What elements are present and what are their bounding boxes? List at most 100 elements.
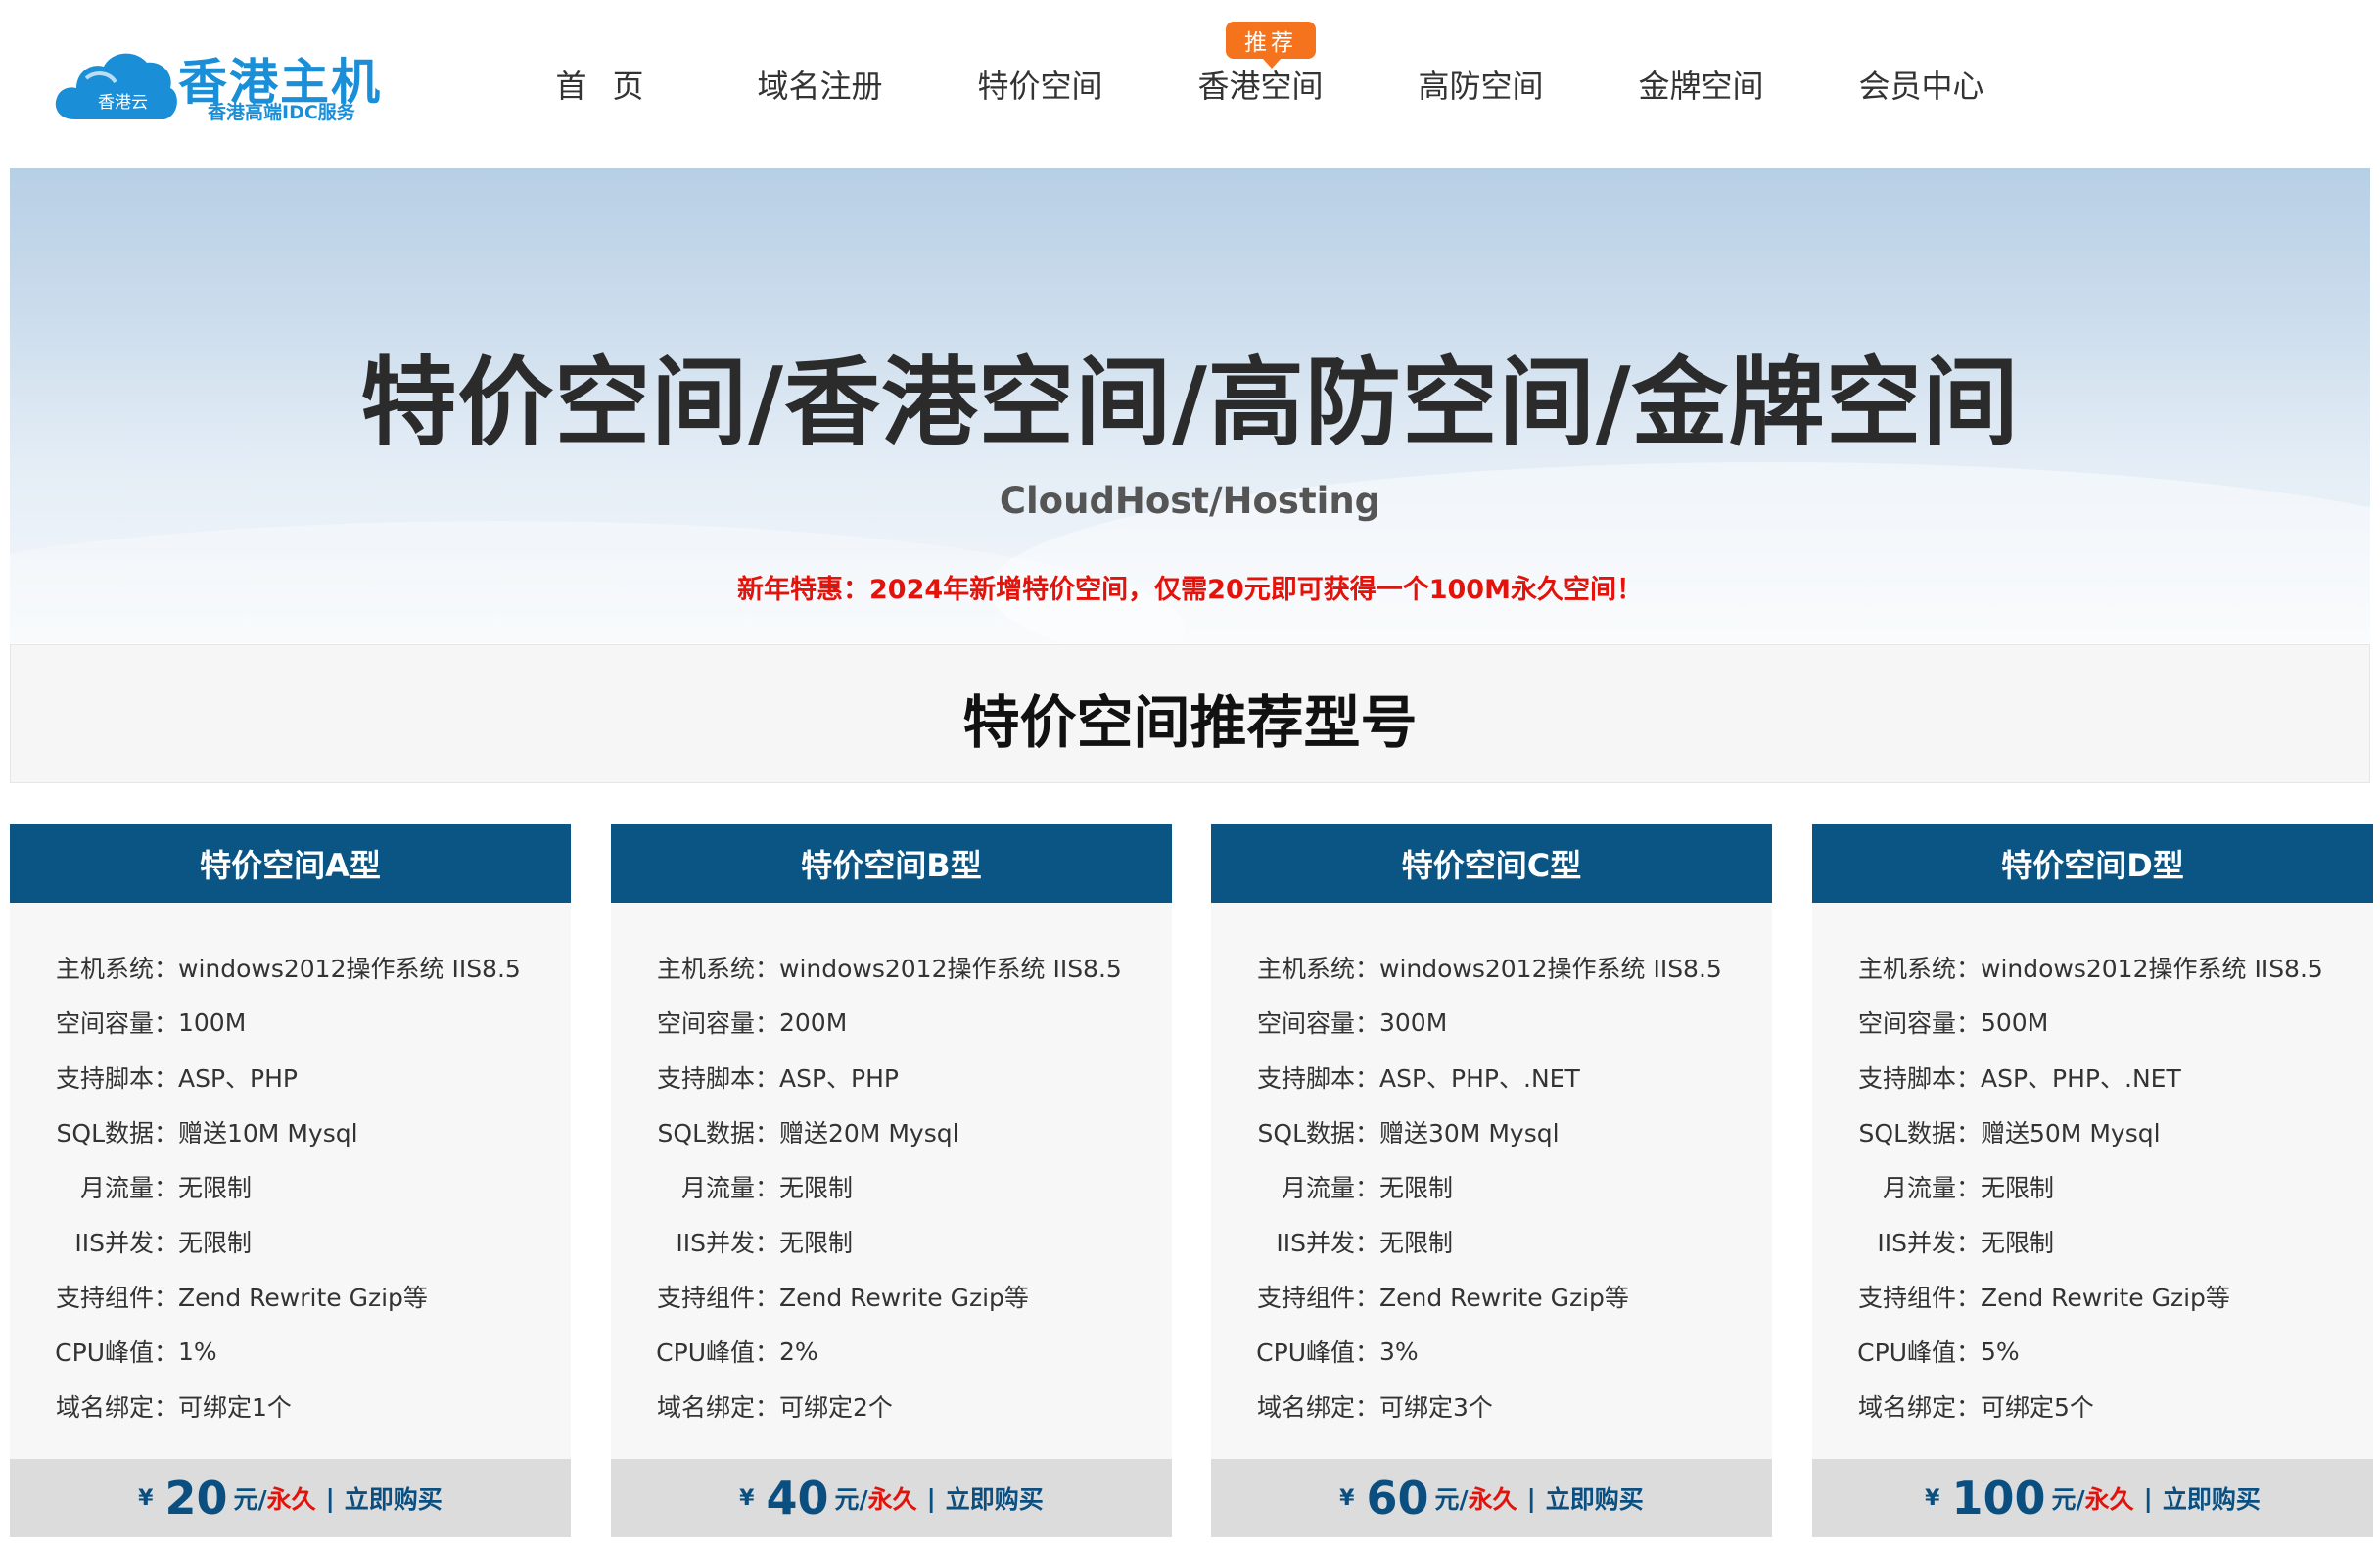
spec-row: 月流量： 无限制	[1812, 1159, 2373, 1214]
spec-row: 支持组件： Zend Rewrite Gzip等	[1812, 1269, 2373, 1324]
spec-value: windows2012操作系统 IIS8.5	[1981, 955, 2323, 983]
spec-row: 主机系统： windows2012操作系统 IIS8.5	[10, 940, 571, 995]
nav-item-special-hosting[interactable]: 特价空间	[930, 0, 1150, 168]
spec-value: Zend Rewrite Gzip等	[779, 1284, 1029, 1312]
nav-item-domain[interactable]: 域名注册	[710, 0, 930, 168]
spec-label: 支持脚本：	[1256, 1064, 1379, 1093]
site-logo[interactable]: 香港云 香港主机 香港高端IDC服务	[53, 43, 405, 131]
spec-row: 支持组件： Zend Rewrite Gzip等	[10, 1269, 571, 1324]
spec-label: 空间容量：	[656, 1009, 779, 1038]
buy-button[interactable]: ¥ 100 元/ 永久 | 立即购买	[1812, 1459, 2373, 1537]
spec-value: 5%	[1981, 1336, 2020, 1366]
spec-value: Zend Rewrite Gzip等	[1379, 1284, 1629, 1312]
plan-title: 特价空间A型	[10, 824, 571, 903]
price: 60	[1366, 1472, 1429, 1524]
spec-label: IIS并发：	[74, 1229, 178, 1257]
spec-label: SQL数据：	[1257, 1119, 1379, 1148]
spec-label: 主机系统：	[1256, 955, 1379, 983]
spec-value: 无限制	[1379, 1174, 1454, 1202]
nav-item-label: 香港空间	[1197, 68, 1324, 105]
spec-value: 无限制	[779, 1229, 854, 1257]
spec-row: 月流量： 无限制	[1211, 1159, 1772, 1214]
spec-value: Zend Rewrite Gzip等	[178, 1284, 428, 1312]
spec-label: SQL数据：	[1858, 1119, 1981, 1148]
spec-value: 3%	[1379, 1336, 1419, 1366]
spec-value: 赠送10M Mysql	[178, 1119, 358, 1148]
spec-row: SQL数据： 赠送10M Mysql	[10, 1104, 571, 1159]
spec-value: 无限制	[779, 1174, 854, 1202]
spec-value: 无限制	[178, 1174, 253, 1202]
nav-item-home[interactable]: 首页	[490, 0, 710, 168]
spec-row: 域名绑定： 可绑定5个	[1812, 1379, 2373, 1433]
nav-item-ddos-hosting[interactable]: 高防空间	[1371, 0, 1591, 168]
price-period: 永久	[266, 1485, 316, 1514]
plan-card-d: 特价空间D型 主机系统： windows2012操作系统 IIS8.5 空间容量：…	[1812, 824, 2373, 1537]
spec-value: 赠送50M Mysql	[1981, 1119, 2161, 1148]
spec-label: 月流量：	[1882, 1174, 1981, 1202]
nav-item-gold-hosting[interactable]: 金牌空间	[1591, 0, 1811, 168]
buy-label: 立即购买	[1545, 1485, 1644, 1514]
separator: |	[2143, 1483, 2153, 1513]
spec-value: windows2012操作系统 IIS8.5	[178, 955, 521, 983]
spec-label: 支持脚本：	[1857, 1064, 1981, 1093]
spec-value: 可绑定5个	[1981, 1393, 2094, 1422]
spec-label: 支持组件：	[1256, 1284, 1379, 1312]
buy-label: 立即购买	[945, 1485, 1044, 1514]
spec-label: IIS并发：	[1276, 1229, 1379, 1257]
nav-badge-recommended: 推荐	[1226, 22, 1316, 69]
site-header: 香港云 香港主机 香港高端IDC服务 首页 域名注册 特价空间 推荐 香港空间 …	[0, 0, 2380, 168]
spec-value: ASP、PHP、.NET	[1379, 1064, 1580, 1093]
hero-banner: 特价空间/香港空间/高防空间/金牌空间 CloudHost/Hosting 新年…	[10, 168, 2370, 643]
plan-card-c: 特价空间C型 主机系统： windows2012操作系统 IIS8.5 空间容量：…	[1211, 824, 1772, 1537]
spec-value: windows2012操作系统 IIS8.5	[1379, 955, 1722, 983]
currency-symbol: ¥	[1925, 1485, 1940, 1511]
price-period: 永久	[2084, 1485, 2134, 1514]
spec-label: 域名绑定：	[1857, 1393, 1981, 1422]
spec-label: 域名绑定：	[656, 1393, 779, 1422]
spec-value: 可绑定1个	[178, 1393, 292, 1422]
spec-label: 域名绑定：	[1256, 1393, 1379, 1422]
spec-row: CPU峰值： 5%	[1812, 1324, 2373, 1379]
main-nav: 首页 域名注册 特价空间 推荐 香港空间 高防空间 金牌空间 会员中心	[490, 0, 2031, 168]
spec-row: 月流量： 无限制	[611, 1159, 1172, 1214]
buy-button[interactable]: ¥ 20 元/ 永久 | 立即购买	[10, 1459, 571, 1537]
price: 100	[1951, 1472, 2046, 1524]
spec-row: 空间容量： 200M	[611, 995, 1172, 1050]
spec-value: 无限制	[178, 1229, 253, 1257]
plan-title: 特价空间B型	[611, 824, 1172, 903]
spec-value: 2%	[779, 1336, 818, 1366]
spec-row: 主机系统： windows2012操作系统 IIS8.5	[611, 940, 1172, 995]
currency-symbol: ¥	[1339, 1485, 1355, 1511]
spec-label: IIS并发：	[1877, 1229, 1981, 1257]
spec-row: 空间容量： 500M	[1812, 995, 2373, 1050]
spec-value: 300M	[1379, 1007, 1448, 1037]
spec-row: 空间容量： 100M	[10, 995, 571, 1050]
banner-title: 特价空间/香港空间/高防空间/金牌空间	[360, 348, 2020, 459]
spec-label: 主机系统：	[55, 955, 178, 983]
buy-label: 立即购买	[344, 1485, 443, 1514]
separator: |	[1526, 1483, 1536, 1513]
spec-value: 1%	[178, 1336, 217, 1366]
plan-specs: 主机系统： windows2012操作系统 IIS8.5 空间容量： 200M 支持…	[611, 940, 1172, 1433]
spec-value: 赠送30M Mysql	[1379, 1119, 1560, 1148]
spec-value: 赠送20M Mysql	[779, 1119, 959, 1148]
spec-row: SQL数据： 赠送30M Mysql	[1211, 1104, 1772, 1159]
spec-row: 域名绑定： 可绑定1个	[10, 1379, 571, 1433]
spec-row: 支持脚本： ASP、PHP	[10, 1050, 571, 1104]
price-unit: 元/	[2051, 1485, 2085, 1514]
nav-item-hk-hosting[interactable]: 推荐 香港空间	[1150, 0, 1371, 168]
spec-label: 空间容量：	[1857, 1009, 1981, 1038]
spec-row: SQL数据： 赠送20M Mysql	[611, 1104, 1172, 1159]
price: 20	[164, 1472, 228, 1524]
spec-label: 月流量：	[1281, 1174, 1379, 1202]
spec-row: 域名绑定： 可绑定3个	[1211, 1379, 1772, 1433]
banner-subtitle: CloudHost/Hosting	[999, 480, 1381, 522]
spec-row: CPU峰值： 3%	[1211, 1324, 1772, 1379]
nav-item-member-center[interactable]: 会员中心	[1811, 0, 2031, 168]
spec-label: CPU峰值：	[656, 1338, 779, 1367]
spec-label: CPU峰值：	[55, 1338, 178, 1367]
separator: |	[926, 1483, 936, 1513]
plan-card-a: 特价空间A型 主机系统： windows2012操作系统 IIS8.5 空间容量：…	[10, 824, 571, 1537]
buy-button[interactable]: ¥ 60 元/ 永久 | 立即购买	[1211, 1459, 1772, 1537]
buy-button[interactable]: ¥ 40 元/ 永久 | 立即购买	[611, 1459, 1172, 1537]
